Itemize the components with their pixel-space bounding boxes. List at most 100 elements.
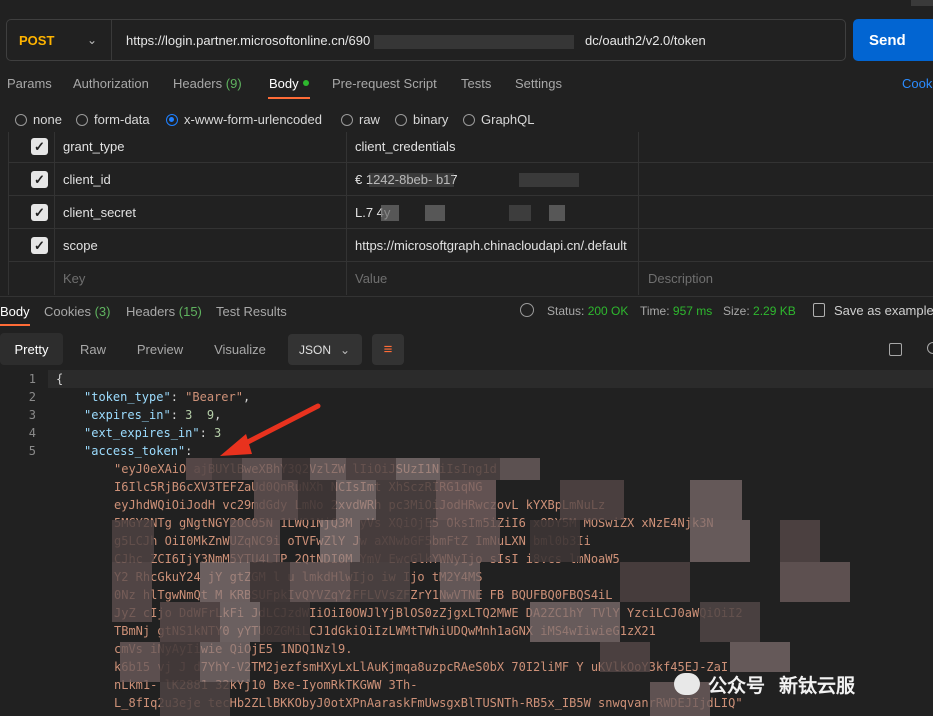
response-tab-headers[interactable]: Headers (15) — [126, 304, 202, 319]
tab-params[interactable]: Params — [7, 76, 52, 91]
status-readout: Status: 200 OK — [547, 304, 628, 318]
body-type-selector: none form-data x-www-form-urlencoded raw… — [0, 110, 933, 132]
radio-none[interactable]: none — [15, 112, 62, 127]
response-tab-body[interactable]: Body — [0, 304, 30, 319]
radio-circle-icon — [395, 113, 407, 126]
response-tab-cookies[interactable]: Cookies (3) — [44, 304, 110, 319]
response-header-bar: Body Cookies (3) Headers (15) Test Resul… — [0, 296, 933, 326]
tab-body[interactable]: Body — [269, 76, 309, 91]
view-pretty-button[interactable]: Pretty — [0, 333, 63, 365]
watermark-label-2: 新钛云服 — [779, 675, 856, 697]
method-label: POST — [19, 32, 55, 48]
copy-icon[interactable] — [889, 343, 902, 356]
format-select[interactable]: JSON ⌄ — [288, 334, 362, 365]
tab-authorization[interactable]: Authorization — [73, 76, 149, 91]
time-label: Time: — [640, 304, 670, 318]
radio-none-label: none — [33, 112, 62, 127]
save-icon — [813, 303, 825, 317]
radio-raw[interactable]: raw — [341, 112, 380, 127]
tab-prerequest-script[interactable]: Pre-request Script — [332, 76, 437, 91]
tab-settings[interactable]: Settings — [515, 76, 562, 91]
description-placeholder[interactable]: Description — [648, 262, 713, 295]
radio-circle-icon — [15, 113, 27, 126]
status-value: 200 OK — [587, 304, 629, 318]
response-view-toolbar: Pretty Raw Preview Visualize JSON ⌄ ≡ — [0, 333, 933, 367]
checkbox-checked-icon[interactable]: ✓ — [31, 237, 48, 254]
checkbox-checked-icon[interactable]: ✓ — [31, 138, 48, 155]
time-readout: Time: 957 ms — [640, 304, 712, 318]
send-button[interactable]: Send — [853, 19, 933, 61]
radio-circle-icon — [463, 113, 475, 126]
key-placeholder[interactable]: Key — [63, 262, 85, 295]
top-right-control — [911, 0, 933, 6]
redaction-block — [369, 173, 454, 187]
url-start-text: https://login.partner.microsoftonline.cn… — [126, 33, 371, 48]
save-as-example-button[interactable]: Save as example — [834, 303, 933, 318]
param-key[interactable]: client_secret — [63, 196, 136, 229]
watermark-label-1: 公众号 — [708, 675, 766, 697]
table-row: ✓ grant_type client_credentials — [9, 130, 933, 163]
tab-headers[interactable]: Headers (9) — [173, 76, 242, 91]
chevron-down-icon: ⌄ — [339, 343, 350, 357]
search-icon[interactable] — [927, 342, 933, 354]
chevron-down-icon: ⌄ — [86, 33, 97, 47]
size-label: Size: — [723, 304, 750, 318]
view-raw-button[interactable]: Raw — [66, 333, 120, 365]
param-key[interactable]: grant_type — [63, 130, 124, 163]
radio-circle-icon — [341, 113, 353, 126]
table-row: ✓ client_secret L.7 4y — [9, 196, 933, 229]
request-url-bar: POST ⌄ https://login.partner.microsofton… — [6, 19, 846, 61]
radio-raw-label: raw — [359, 112, 380, 127]
headers-count: (9) — [225, 76, 242, 91]
radio-form-data[interactable]: form-data — [76, 112, 150, 127]
url-redaction — [374, 35, 574, 49]
radio-form-data-label: form-data — [94, 112, 150, 127]
size-readout: Size: 2.29 KB — [723, 304, 796, 318]
table-row-empty: Key Value Description — [9, 262, 933, 295]
response-tab-cookies-label: Cookies — [44, 304, 91, 319]
status-label: Status: — [547, 304, 585, 318]
redaction-block — [509, 205, 531, 221]
checkbox-checked-icon[interactable]: ✓ — [31, 204, 48, 221]
method-selector[interactable]: POST ⌄ — [7, 20, 112, 60]
cookies-count: (3) — [94, 304, 111, 319]
globe-icon[interactable] — [520, 303, 534, 317]
body-params-table: ✓ grant_type client_credentials ✓ client… — [8, 132, 933, 295]
param-value[interactable]: https://microsoftgraph.chinacloudapi.cn/… — [355, 229, 627, 262]
radio-urlencoded-label: x-www-form-urlencoded — [184, 112, 322, 127]
view-visualize-button[interactable]: Visualize — [205, 333, 275, 365]
cookies-link[interactable]: Cook — [902, 76, 932, 91]
radio-binary-label: binary — [413, 112, 449, 127]
url-end-text: dc/oauth2/v2.0/token — [585, 33, 706, 48]
size-value: 2.29 KB — [753, 304, 796, 318]
param-key[interactable]: scope — [63, 229, 98, 262]
time-value: 957 ms — [672, 304, 713, 318]
body-indicator-dot — [302, 80, 309, 86]
radio-graphql[interactable]: GraphQL — [463, 112, 534, 127]
param-key[interactable]: client_id — [63, 163, 111, 196]
request-tabs: Params Authorization Headers (9) Body Pr… — [0, 70, 933, 100]
redaction-block — [549, 205, 565, 221]
radio-circle-icon — [76, 113, 88, 126]
tab-tests[interactable]: Tests — [461, 76, 491, 91]
table-row: ✓ client_id € 1242-8beb- b17 — [9, 163, 933, 196]
url-input[interactable]: https://login.partner.microsoftonline.cn… — [112, 20, 845, 60]
active-tab-underline — [268, 97, 310, 99]
redaction-block — [381, 205, 399, 221]
response-tab-test-results[interactable]: Test Results — [216, 304, 287, 319]
value-placeholder[interactable]: Value — [355, 262, 387, 295]
redaction-block — [425, 205, 445, 221]
tab-body-label: Body — [269, 76, 299, 91]
active-tab-underline — [0, 324, 30, 326]
watermark: 公众号 新钛云服 — [668, 664, 933, 704]
view-preview-button[interactable]: Preview — [128, 333, 192, 365]
format-select-value: JSON — [299, 342, 332, 357]
checkbox-checked-icon[interactable]: ✓ — [31, 171, 48, 188]
table-row: ✓ scope https://microsoftgraph.chinaclou… — [9, 229, 933, 262]
radio-binary[interactable]: binary — [395, 112, 448, 127]
radio-graphql-label: GraphQL — [481, 112, 535, 127]
tab-headers-label: Headers — [173, 76, 223, 91]
wrap-lines-icon[interactable]: ≡ — [372, 334, 404, 365]
radio-urlencoded[interactable]: x-www-form-urlencoded — [166, 112, 322, 127]
param-value[interactable]: client_credentials — [355, 130, 455, 163]
